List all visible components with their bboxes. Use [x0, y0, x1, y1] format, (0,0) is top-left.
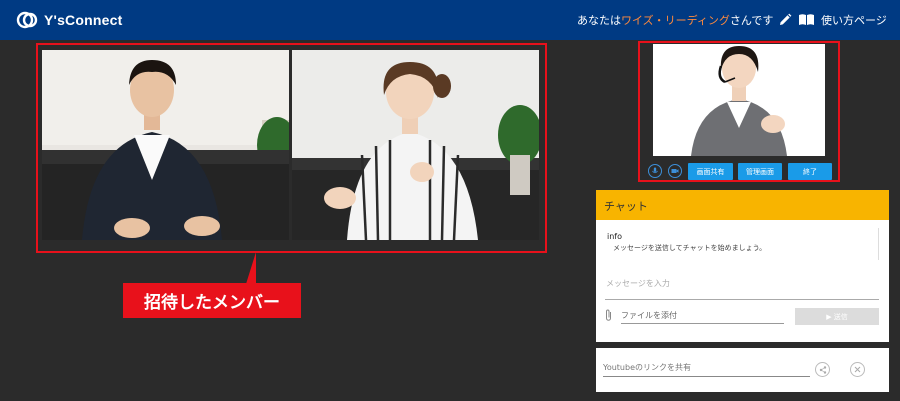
greeting-suffix: さんです: [729, 14, 774, 27]
chat-title: チャット: [596, 190, 889, 220]
info-title: info: [607, 232, 623, 241]
send-button[interactable]: ▶ 送信: [795, 308, 879, 325]
user-name: ワイズ・リーディング: [621, 14, 730, 27]
edit-name-icon[interactable]: [778, 13, 792, 27]
invited-members-highlight: [36, 43, 547, 253]
user-greeting: あなたは ワイズ・リーディング さんです: [577, 12, 792, 28]
message-input[interactable]: メッセージを入力: [605, 274, 879, 300]
share-glyph: [819, 365, 826, 374]
help-page-link[interactable]: 使い方ページ: [798, 12, 887, 28]
invited-members-callout: 招待したメンバー: [123, 283, 301, 318]
clear-link-icon[interactable]: [850, 362, 865, 377]
operator-video-highlight: [638, 41, 840, 182]
help-label: 使い方ページ: [821, 14, 887, 27]
logo-icon: [16, 11, 38, 29]
close-icon: [854, 366, 861, 373]
share-icon[interactable]: [815, 362, 830, 377]
info-message: メッセージを送信してチャットを始めましょう。: [613, 244, 767, 252]
logo-text: Y'sConnect: [44, 12, 123, 28]
paperclip-icon[interactable]: [604, 309, 613, 321]
callout-pointer: [246, 252, 256, 284]
file-attach-field[interactable]: ファイルを添付: [621, 307, 784, 324]
youtube-link-input[interactable]: Youtubeのリンクを共有: [603, 362, 810, 377]
app-logo[interactable]: Y'sConnect: [16, 9, 122, 31]
greeting-prefix: あなたは: [577, 14, 621, 27]
top-bar: Y'sConnect あなたは ワイズ・リーディング さんです 使い方ページ: [0, 0, 900, 40]
chat-message-list[interactable]: info メッセージを送信してチャットを始めましょう。: [605, 228, 879, 260]
book-icon: [799, 14, 814, 25]
